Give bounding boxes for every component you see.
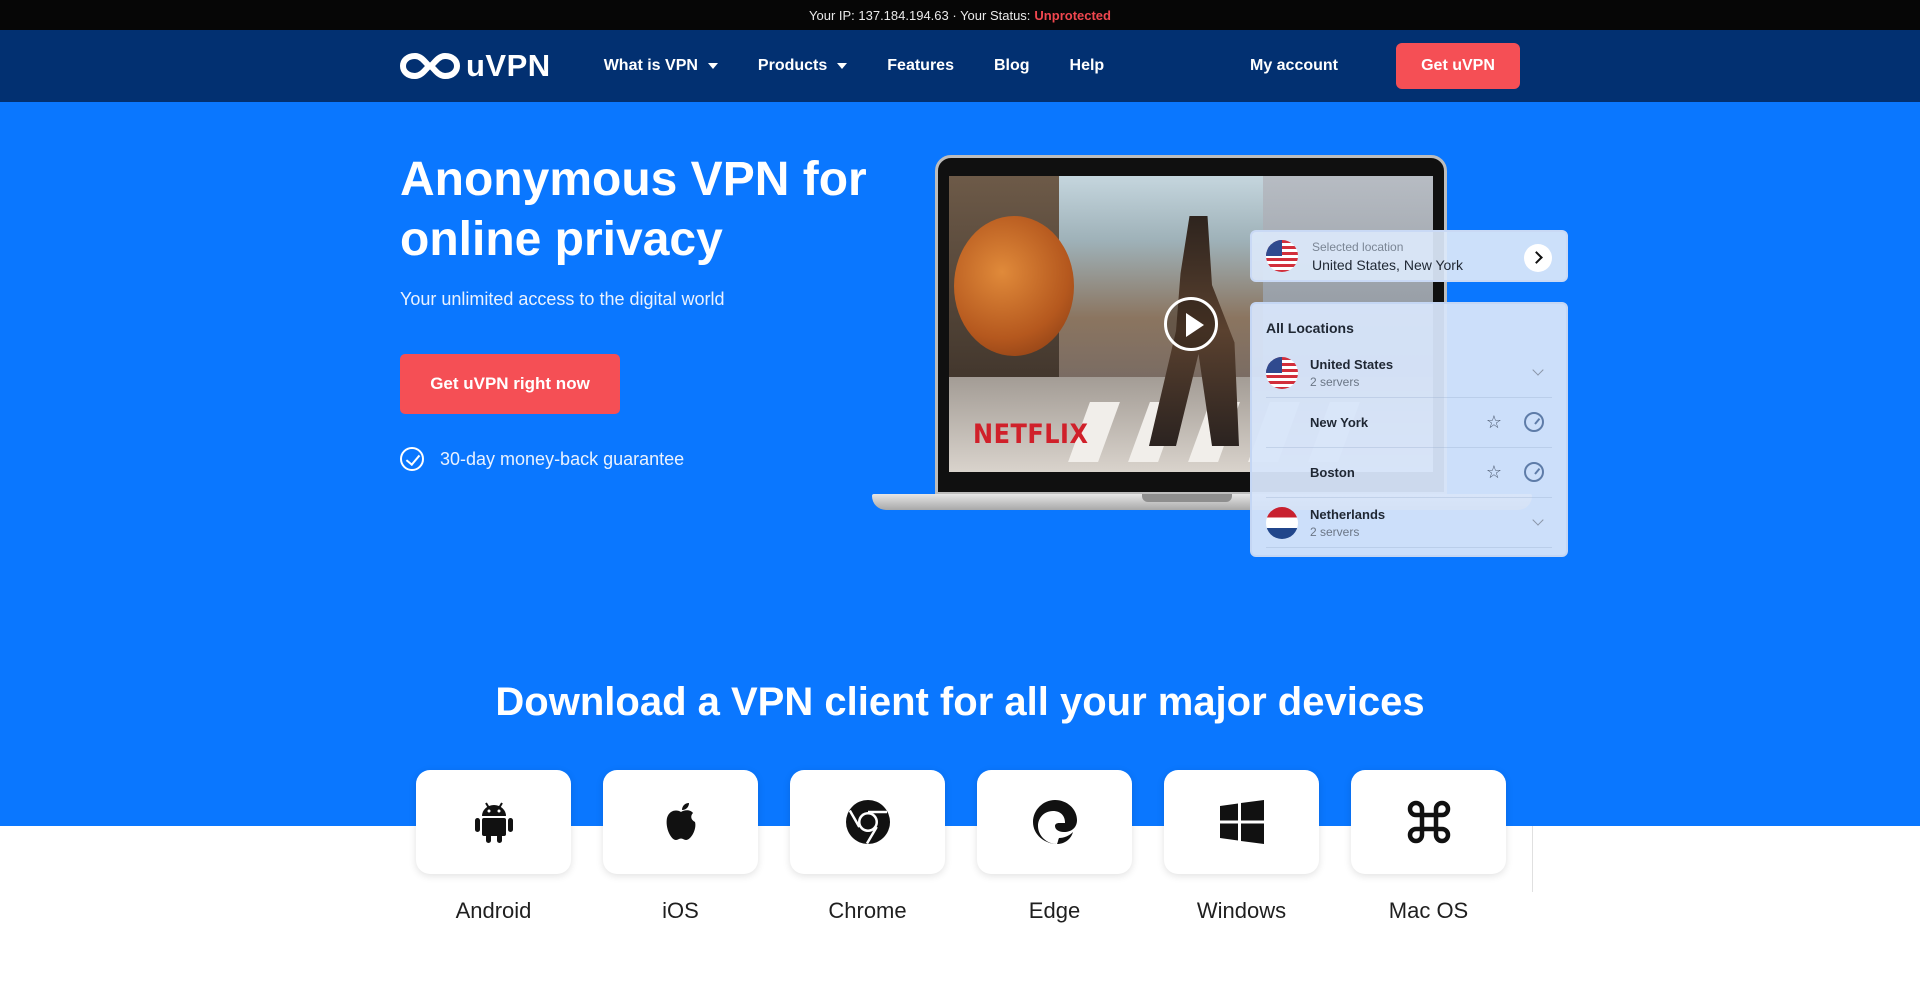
nav-right: My account Get uVPN [1250,43,1520,89]
apple-icon [666,803,695,840]
edge-icon [1032,800,1077,844]
country-name: United States [1310,356,1394,372]
device-name: Mac OS [1388,898,1469,923]
device-name: Chrome [828,898,907,923]
nav-item-label: Blog [993,57,1030,74]
country-name: Netherlands [1310,506,1386,522]
nav-item-blog[interactable]: Blog [994,57,1030,75]
play-icon[interactable] [1164,297,1218,351]
get-uvpn-button[interactable]: Get uVPN [1396,43,1520,89]
caret-down-icon [837,63,848,69]
device-windows: Windows [1164,770,1319,924]
netflix-logo: NETFLIX [973,418,1089,450]
device-edge: Edge [977,770,1132,924]
location-city-row[interactable]: Boston ☆ [1266,448,1552,498]
device-name: Edge [1028,898,1081,923]
main-navigation: uVPN What is VPN Products Features Blog … [0,30,1920,102]
downloads-title: Download a VPN client for all your major… [495,680,1425,724]
all-locations-panel: All Locations United States 2 servers Ne… [1250,302,1568,557]
chevron-down-icon[interactable] [1532,364,1544,376]
check-circle-icon [400,447,424,471]
chevron-down-icon[interactable] [1532,514,1544,526]
ip-status-text: Your IP: 137.184.194.63 · Your Status: [809,7,1031,23]
speed-gauge-icon[interactable] [1524,412,1544,432]
star-icon[interactable]: ☆ [1486,462,1502,483]
location-city-row[interactable]: New York ☆ [1266,398,1552,448]
protection-status: Unprotected [1034,7,1111,23]
device-list: Android iOS Chrome Edge Windows Mac OS [416,770,1506,924]
nav-menu: What is VPN Products Features Blog Help [604,57,1145,75]
nl-flag-icon [1266,506,1298,539]
device-name: iOS [662,898,699,923]
my-account-link[interactable]: My account [1250,57,1338,75]
infinity-logo-icon [400,52,460,80]
uvpn-logo[interactable]: uVPN [400,48,551,84]
nav-item-label: What is VPN [603,57,698,74]
nav-item-features[interactable]: Features [887,57,954,75]
city-name: New York [1310,415,1369,430]
speed-gauge-icon[interactable] [1524,462,1544,482]
nav-item-help[interactable]: Help [1070,57,1105,75]
windows-icon [1219,800,1264,844]
selected-location-value: United States, New York [1312,256,1463,273]
city-name: Boston [1310,465,1355,480]
ip-status-bar: Your IP: 137.184.194.63 · Your Status: U… [0,0,1920,30]
country-meta: Netherlands 2 servers [1310,507,1385,539]
device-chrome: Chrome [790,770,945,924]
android-download-card[interactable] [416,770,571,874]
divider-line [1532,826,1533,892]
ios-download-card[interactable] [603,770,758,874]
nav-item-label: Products [757,57,828,74]
star-icon[interactable]: ☆ [1486,412,1502,433]
android-icon [474,802,513,843]
server-count: 2 servers [1310,524,1360,539]
macos-download-card[interactable] [1351,770,1506,874]
location-country-row[interactable]: United States 2 servers [1266,348,1552,398]
selected-location-label: Selected location [1312,239,1404,254]
command-icon [1407,800,1450,844]
chrome-icon [845,800,890,845]
logo-text: uVPN [466,48,551,83]
tree-illustration [954,216,1074,356]
nav-item-label: Features [887,57,954,74]
us-flag-icon [1266,240,1298,272]
windows-download-card[interactable] [1164,770,1319,874]
server-count: 2 servers [1310,374,1360,389]
laptop-notch [1142,494,1232,502]
nav-item-label: Help [1069,57,1105,74]
edge-download-card[interactable] [977,770,1132,874]
country-meta: United States 2 servers [1310,357,1393,389]
device-ios: iOS [603,770,758,924]
selected-location-card[interactable]: Selected location United States, New Yor… [1250,230,1568,282]
chevron-right-icon[interactable] [1524,244,1552,272]
device-macos: Mac OS [1351,770,1506,924]
selected-location-text: Selected location United States, New Yor… [1312,240,1463,273]
get-uvpn-now-button[interactable]: Get uVPN right now [400,354,620,414]
chrome-download-card[interactable] [790,770,945,874]
all-locations-heading: All Locations [1266,320,1354,336]
us-flag-icon [1266,356,1298,389]
caret-down-icon [707,63,718,69]
nav-item-what-is-vpn[interactable]: What is VPN [604,57,718,75]
guarantee-text: 30-day money-back guarantee [440,448,685,469]
device-name: Android [455,898,532,923]
nav-item-products[interactable]: Products [757,57,848,75]
hero-title: Anonymous VPN for online privacy [400,153,867,266]
hero-subtitle: Your unlimited access to the digital wor… [400,289,725,309]
money-back-guarantee: 30-day money-back guarantee [400,447,684,471]
location-country-row[interactable]: Netherlands 2 servers [1266,498,1552,548]
device-android: Android [416,770,571,924]
device-name: Windows [1196,898,1287,923]
